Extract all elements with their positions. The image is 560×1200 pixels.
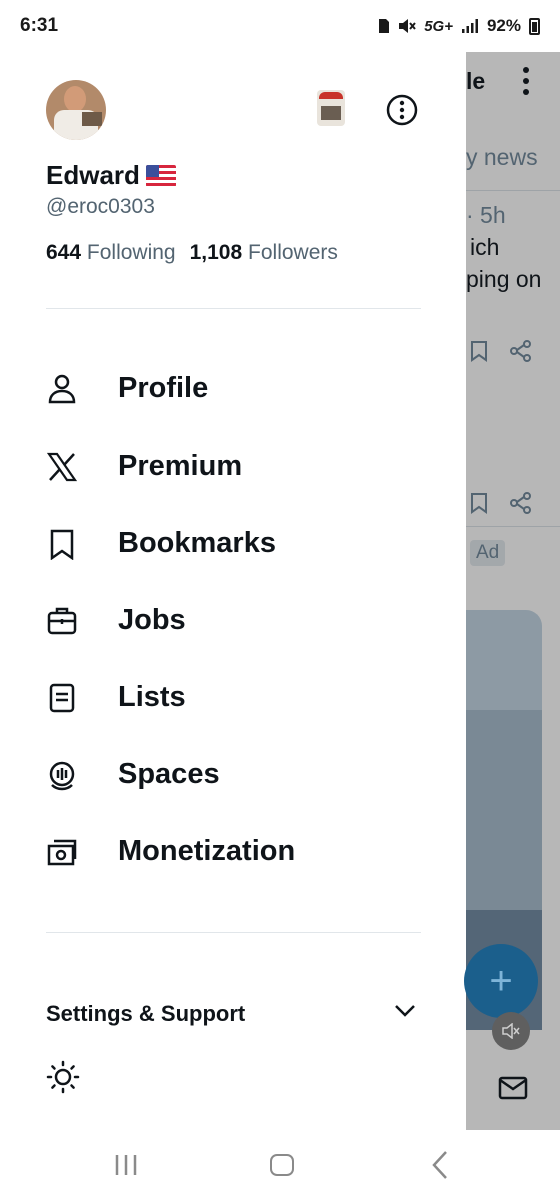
settings-support-toggle[interactable]: Settings & Support bbox=[46, 996, 421, 1032]
menu-item-bookmarks[interactable]: Bookmarks bbox=[0, 513, 466, 573]
menu-item-label: Bookmarks bbox=[118, 526, 276, 559]
briefcase-icon bbox=[47, 607, 77, 635]
menu-item-lists[interactable]: Lists bbox=[0, 667, 466, 727]
profile-handle: @eroc0303 bbox=[46, 195, 155, 218]
followers-label: Followers bbox=[248, 241, 338, 264]
time-fragment: · 5h bbox=[466, 202, 506, 228]
side-drawer: Edward @eroc0303 644 Following 1,108 Fol… bbox=[0, 52, 466, 1130]
display-theme-icon[interactable] bbox=[46, 1060, 80, 1094]
menu-item-label: Monetization bbox=[118, 834, 296, 867]
post-text-line2: ping on bbox=[466, 266, 542, 292]
network-type: 5G+ bbox=[424, 17, 453, 35]
status-bar: 6:31 5G+ 92% bbox=[0, 0, 560, 52]
bookmark-icon bbox=[471, 341, 487, 362]
menu-item-label: Profile bbox=[118, 371, 209, 404]
sim-icon bbox=[379, 19, 390, 33]
status-icons: 5G+ 92% bbox=[378, 16, 540, 36]
divider bbox=[46, 308, 421, 309]
menu-item-label: Lists bbox=[118, 680, 186, 713]
post-text-line1: ich bbox=[470, 234, 500, 260]
signal-icon bbox=[461, 19, 478, 33]
home-button[interactable] bbox=[270, 1154, 294, 1176]
settings-support-label: Settings & Support bbox=[46, 1001, 246, 1026]
following-count: 644 bbox=[46, 241, 82, 264]
avatar[interactable] bbox=[46, 80, 106, 140]
bookmark-icon bbox=[471, 493, 487, 514]
tab-fragment: y news bbox=[466, 144, 538, 170]
status-time: 6:31 bbox=[20, 15, 59, 36]
spaces-icon bbox=[49, 761, 75, 791]
back-button[interactable] bbox=[430, 1150, 450, 1180]
menu-item-monetization[interactable]: Monetization bbox=[0, 821, 466, 881]
header-fragment: le bbox=[466, 68, 486, 94]
menu-item-jobs[interactable]: Jobs bbox=[0, 590, 466, 650]
bookmark-icon bbox=[50, 529, 74, 560]
battery-icon bbox=[529, 17, 540, 35]
menu-item-spaces[interactable]: Spaces bbox=[0, 744, 466, 804]
mute-icon bbox=[399, 19, 416, 33]
share-icon bbox=[510, 492, 531, 514]
overflow-icon bbox=[523, 67, 529, 95]
menu-item-label: Spaces bbox=[118, 757, 220, 790]
person-icon bbox=[48, 374, 76, 404]
share-icon bbox=[510, 340, 531, 362]
system-navigation-bar bbox=[0, 1130, 560, 1200]
money-icon bbox=[47, 839, 77, 866]
more-options-icon[interactable] bbox=[386, 94, 418, 126]
speaker-muted-icon bbox=[502, 1023, 520, 1039]
x-logo-icon bbox=[46, 452, 78, 482]
menu-item-label: Premium bbox=[118, 449, 243, 482]
us-flag-icon bbox=[145, 164, 176, 187]
following-label: Following bbox=[86, 241, 176, 264]
chevron-down-icon bbox=[395, 1005, 415, 1017]
video-mute-button[interactable] bbox=[492, 1012, 530, 1050]
compose-button[interactable]: + bbox=[464, 944, 538, 1018]
recents-button[interactable] bbox=[114, 1154, 138, 1176]
menu-item-premium[interactable]: Premium bbox=[0, 436, 466, 496]
other-account-avatar[interactable] bbox=[317, 90, 345, 126]
display-name: Edward bbox=[46, 160, 140, 190]
menu-item-profile[interactable]: Profile bbox=[0, 358, 466, 418]
messages-icon[interactable] bbox=[498, 1076, 528, 1100]
ad-badge: Ad bbox=[470, 540, 506, 566]
profile-name[interactable]: Edward bbox=[46, 160, 176, 191]
following-link[interactable]: 644 Following bbox=[46, 241, 176, 265]
divider bbox=[46, 932, 421, 933]
followers-count: 1,108 bbox=[189, 241, 243, 264]
list-icon bbox=[49, 683, 75, 713]
follow-stats: 644 Following 1,108 Followers bbox=[46, 241, 338, 265]
menu-item-label: Jobs bbox=[118, 603, 186, 636]
battery-percent: 92% bbox=[486, 16, 521, 35]
followers-link[interactable]: 1,108 Followers bbox=[190, 241, 338, 265]
